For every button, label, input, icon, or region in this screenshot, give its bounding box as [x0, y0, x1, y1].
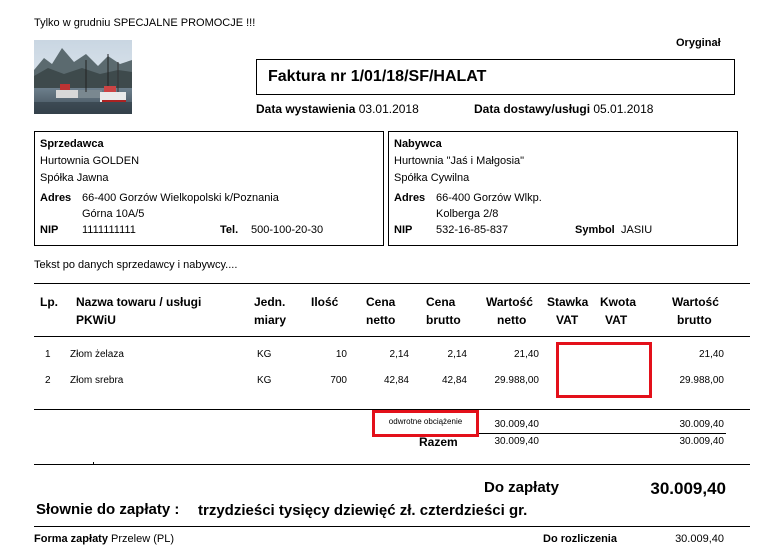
delivery-date-label: Data dostawy/usługi [474, 102, 591, 116]
col-gross-price-2: brutto [426, 313, 461, 327]
in-words-value: trzydzieści tysięcy dziewięć zł. czterdz… [198, 502, 528, 519]
buyer-nip: 532-16-85-837 [436, 224, 509, 236]
buyer-symbol: JASIU [621, 224, 653, 236]
row-1-gross-value: 21,40 [698, 349, 724, 360]
issue-date: Data wystawienia 03.01.2018 [256, 102, 419, 116]
total-net: 30.009,40 [494, 436, 540, 447]
col-lp: Lp. [40, 295, 58, 309]
seller-nip: 1111111111 [82, 224, 136, 236]
reverse-charge-label: odwrotne obciążenie [388, 417, 463, 426]
col-vat-amount-2: VAT [605, 313, 628, 327]
seller-name-2: Spółka Jawna [40, 172, 109, 184]
col-qty: Ilość [311, 295, 339, 309]
buyer-address-2: Kolberga 2/8 [436, 208, 499, 220]
buyer-nip-label: NIP [394, 224, 413, 236]
payment-method-value: Przelew (PL) [111, 533, 174, 545]
table-top-rule [34, 283, 750, 284]
note-text: Tekst po danych sprzedawcy i nabywcy.... [34, 259, 238, 271]
seller-heading: Sprzedawca [40, 138, 104, 150]
row-2-net-value: 29.988,00 [494, 375, 540, 386]
seller-tel: 500-100-20-30 [251, 224, 324, 236]
col-gross-value-1: Wartość [672, 295, 719, 309]
delivery-date: Data dostawy/usługi 05.01.2018 [474, 102, 653, 116]
col-net-price-1: Cena [366, 295, 396, 309]
col-unit-1: Jedn. [254, 295, 286, 309]
row-2-gross-value: 29.988,00 [679, 375, 725, 386]
promo-text: Tylko w grudniu SPECJALNE PROMOCJE !!! [34, 17, 256, 29]
seller-name-1: Hurtownia GOLDEN [40, 155, 140, 167]
row-1-net-price: 2,14 [389, 349, 409, 360]
copy-label: Oryginał [676, 37, 721, 49]
col-vat-rate-2: VAT [556, 313, 579, 327]
row-1-net-value: 21,40 [513, 349, 539, 360]
col-net-price-2: netto [366, 313, 396, 327]
subtotal-rule [478, 433, 726, 434]
subtotal-net: 30.009,40 [494, 419, 540, 430]
seller-nip-label: NIP [40, 224, 59, 236]
col-gross-price-1: Cena [426, 295, 456, 309]
total-gross: 30.009,40 [679, 436, 725, 447]
row-2-unit: KG [257, 375, 272, 386]
in-words-label: Słownie do zapłaty : [36, 501, 180, 518]
row-1-unit: KG [257, 349, 272, 360]
table-header-rule [34, 336, 750, 337]
row-2-name: Złom srebra [70, 375, 124, 386]
to-pay-label: Do zapłaty [484, 479, 560, 496]
seller-tel-label: Tel. [220, 224, 239, 236]
issue-date-value: 03.01.2018 [358, 102, 419, 116]
buyer-symbol-label: Symbol [575, 224, 615, 236]
invoice-title: Faktura nr 1/01/18/SF/HALAT [268, 68, 487, 85]
col-net-value-1: Wartość [486, 295, 533, 309]
row-1-name: Złom żelaza [70, 349, 124, 360]
seller-address-2: Górna 10A/5 [82, 208, 145, 220]
row-2-lp: 2 [45, 375, 51, 386]
buyer-name-1: Hurtownia "Jaś i Małgosia" [394, 155, 525, 167]
col-net-value-2: netto [497, 313, 527, 327]
dot-mark [93, 462, 94, 464]
to-pay-value: 30.009,40 [650, 479, 726, 498]
col-name-1: Nazwa towaru / usługi [76, 295, 202, 309]
payment-method: Forma zapłaty Przelew (PL) [34, 533, 174, 545]
row-1-lp: 1 [45, 349, 51, 360]
subtotal-gross: 30.009,40 [679, 419, 725, 430]
col-vat-rate-1: Stawka [547, 295, 589, 309]
total-label: Razem [419, 435, 458, 449]
col-unit-2: miary [254, 313, 287, 327]
harbor-photo [34, 40, 132, 114]
vat-highlight-box [556, 342, 652, 398]
settlement-label: Do rozliczenia [543, 533, 617, 545]
settlement-value: 30.009,40 [675, 533, 724, 545]
row-1-qty: 10 [335, 349, 347, 360]
issue-date-label: Data wystawienia [256, 102, 356, 116]
row-1-gross-price: 2,14 [447, 349, 467, 360]
buyer-name-2: Spółka Cywilna [394, 172, 470, 184]
seller-address-1: 66-400 Gorzów Wielkopolski k/Poznania [82, 192, 279, 204]
row-2-qty: 700 [330, 375, 347, 386]
row-2-net-price: 42,84 [383, 375, 409, 386]
buyer-heading: Nabywca [394, 138, 442, 150]
summary-rule [34, 464, 750, 465]
delivery-date-value: 05.01.2018 [593, 102, 654, 116]
buyer-address-1: 66-400 Gorzów Wlkp. [436, 192, 542, 204]
col-vat-amount-1: Kwota [600, 295, 636, 309]
footer-rule [34, 526, 750, 527]
payment-method-label: Forma zapłaty [34, 533, 108, 545]
col-gross-value-2: brutto [677, 313, 712, 327]
seller-address-label: Adres [40, 192, 72, 204]
buyer-address-label: Adres [394, 192, 426, 204]
col-name-2: PKWiU [76, 313, 116, 327]
row-2-gross-price: 42,84 [441, 375, 467, 386]
